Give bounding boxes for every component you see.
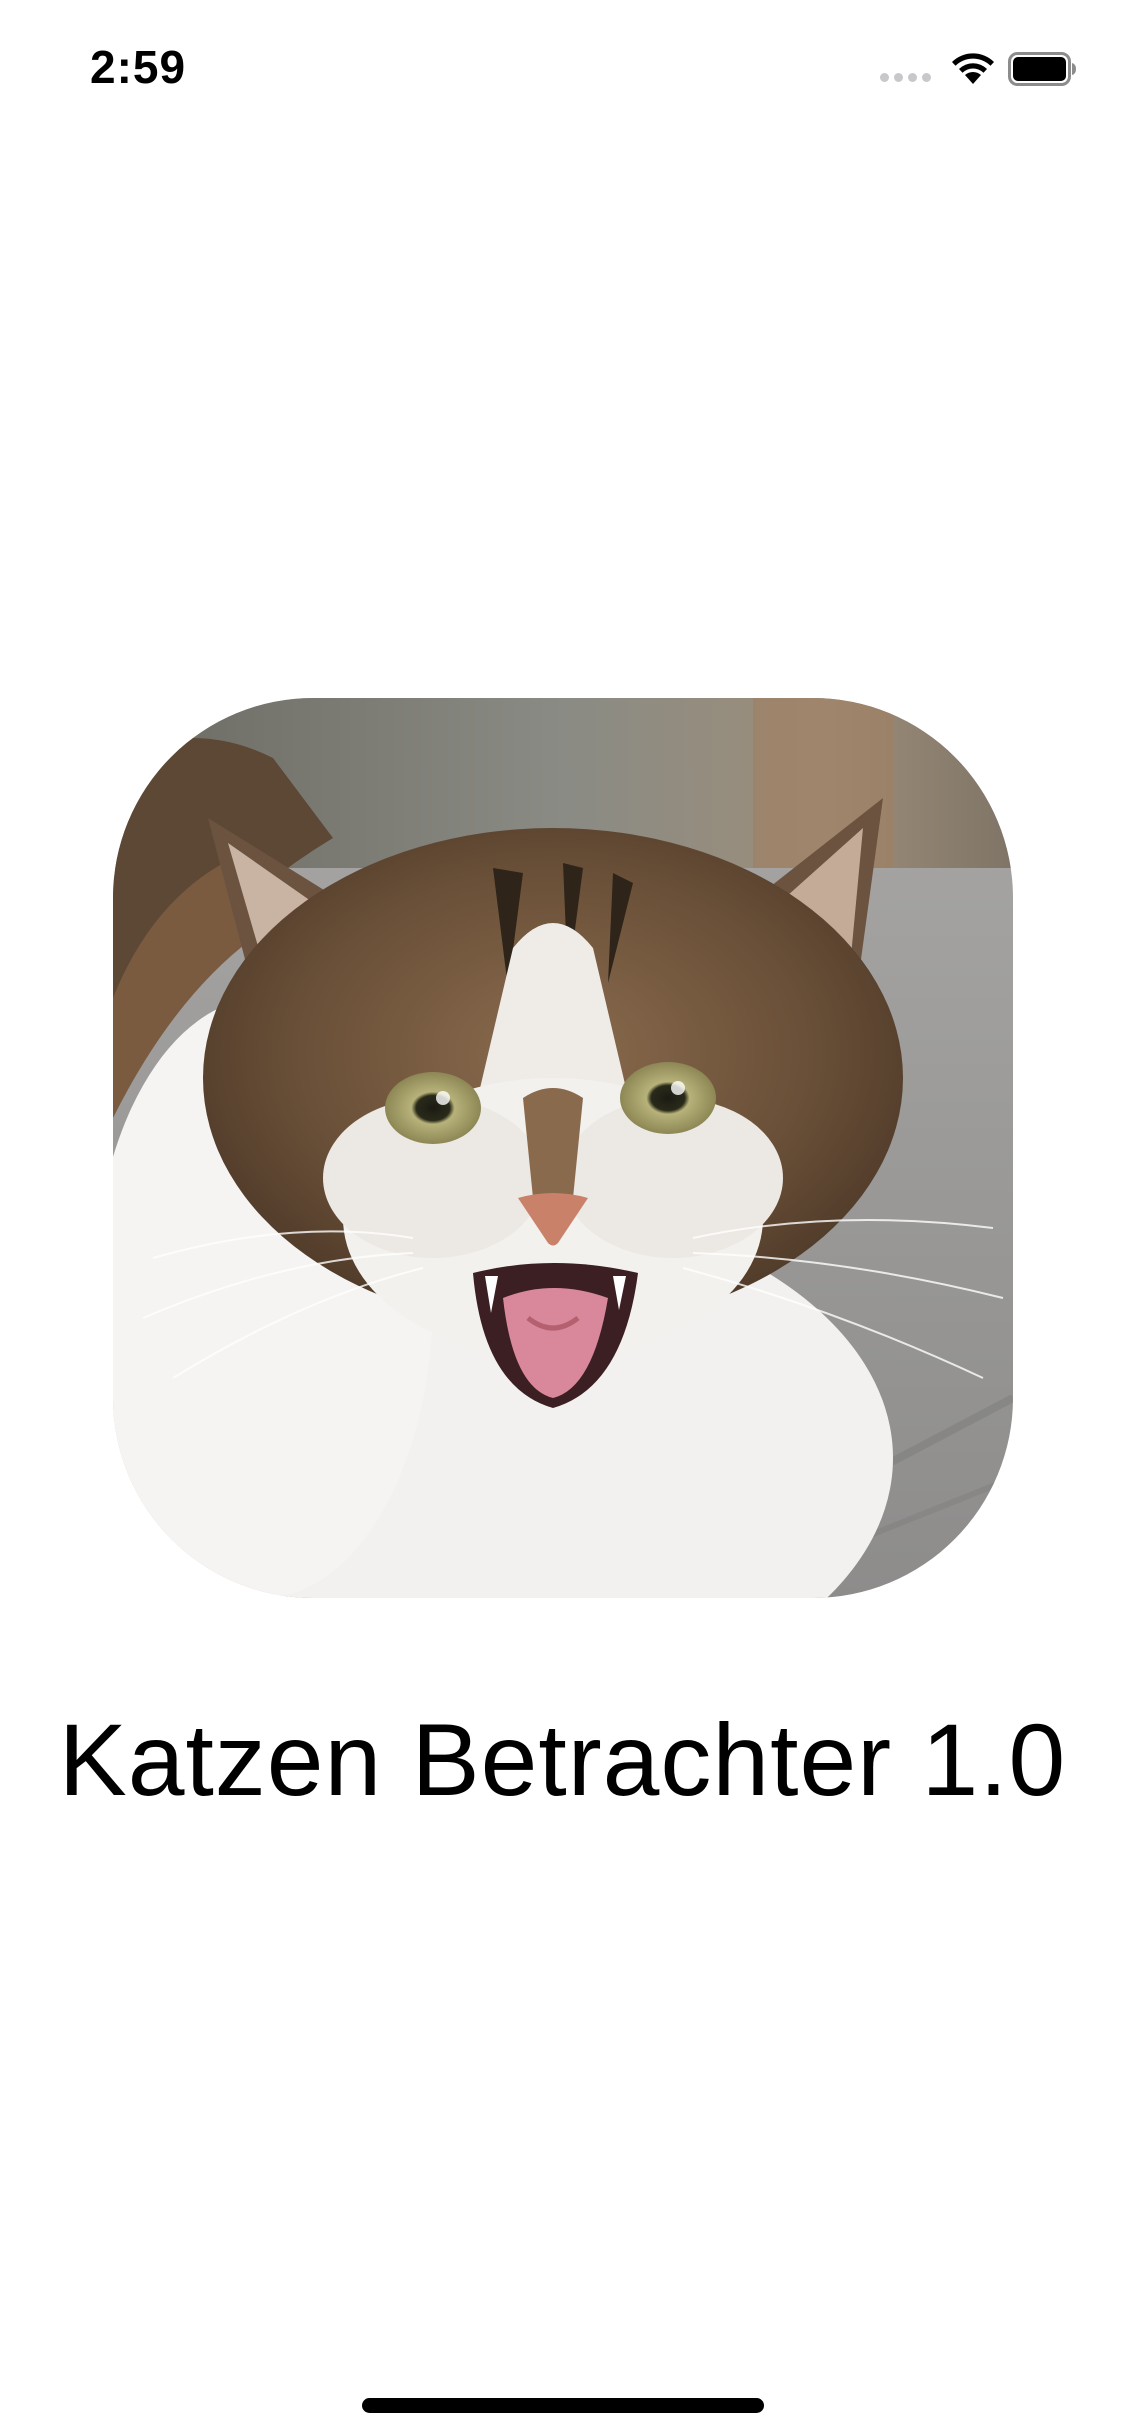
home-indicator[interactable] [362, 2398, 764, 2413]
status-bar: 2:59 [0, 0, 1125, 132]
battery-icon [1008, 52, 1076, 86]
cellular-signal-icon [880, 73, 934, 85]
cat-photo-icon [113, 698, 1013, 1598]
status-time: 2:59 [90, 41, 187, 93]
app-title: Katzen Betrachter 1.0 [58, 1703, 1067, 1817]
wifi-icon [952, 53, 994, 84]
